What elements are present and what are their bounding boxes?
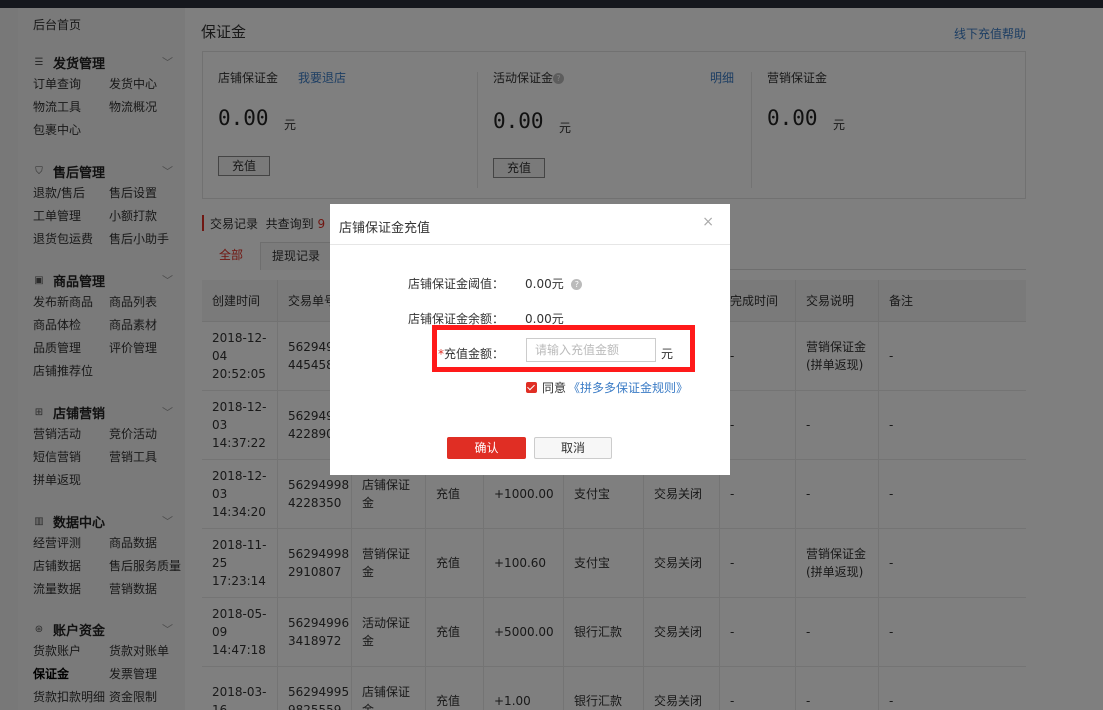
threshold-label: 店铺保证金阈值： bbox=[407, 277, 504, 291]
question-icon[interactable]: ? bbox=[571, 279, 583, 290]
agree-checkbox[interactable] bbox=[526, 382, 537, 393]
dialog-title: 店铺保证金充值 bbox=[339, 221, 431, 236]
amount-input[interactable] bbox=[526, 338, 656, 362]
dialog-header: 店铺保证金充值 × bbox=[330, 204, 730, 245]
rules-link[interactable]: 《拼多多保证金规则》 bbox=[568, 379, 688, 396]
balance-label: 店铺保证金余额： bbox=[407, 312, 504, 326]
balance-value: 0.00元 bbox=[525, 312, 564, 326]
amount-label: *充值金额： bbox=[437, 347, 504, 361]
agree-row: 同意 《拼多多保证金规则》 bbox=[526, 379, 688, 396]
cancel-button[interactable]: 取消 bbox=[534, 437, 612, 459]
amount-unit: 元 bbox=[661, 347, 674, 361]
confirm-button[interactable]: 确认 bbox=[447, 437, 526, 459]
threshold-value: 0.00元 ? bbox=[525, 275, 583, 292]
close-icon[interactable]: × bbox=[702, 214, 714, 230]
recharge-dialog: 店铺保证金充值 × 店铺保证金阈值： 0.00元 ? 店铺保证金余额： 0.00… bbox=[330, 204, 730, 475]
